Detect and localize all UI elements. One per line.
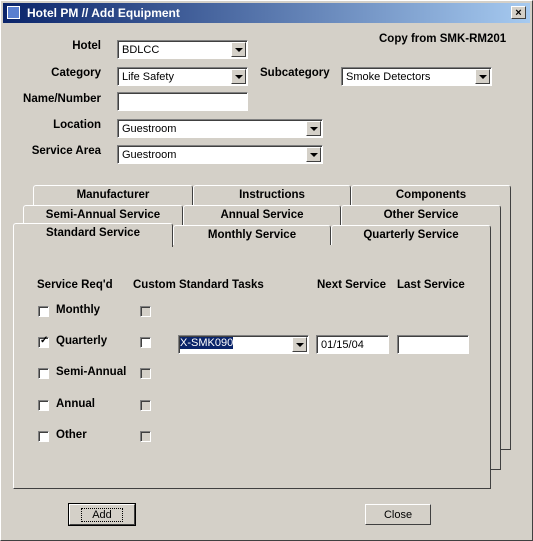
tab-monthly-service[interactable]: Monthly Service xyxy=(173,225,331,245)
quarterly-custom-checkbox[interactable] xyxy=(140,337,151,348)
next-service-header: Next Service xyxy=(317,279,387,291)
semi-annual-checkbox[interactable] xyxy=(38,368,49,379)
next-service-input[interactable]: 01/15/04 xyxy=(316,335,389,354)
other-checkbox[interactable] xyxy=(38,431,49,442)
chevron-down-icon[interactable] xyxy=(292,337,307,352)
annual-custom-checkbox[interactable] xyxy=(140,400,151,411)
hotel-value: BDLCC xyxy=(122,44,160,56)
tab-manufacturer[interactable]: Manufacturer xyxy=(33,185,193,205)
annual-checkbox[interactable] xyxy=(38,400,49,411)
monthly-custom-checkbox[interactable] xyxy=(140,306,151,317)
chevron-down-icon[interactable] xyxy=(306,121,321,136)
subcategory-value: Smoke Detectors xyxy=(346,71,431,83)
hotel-select[interactable]: BDLCC xyxy=(117,40,248,59)
tab-quarterly-service[interactable]: Quarterly Service xyxy=(331,225,491,245)
last-service-header: Last Service xyxy=(397,279,465,291)
tab-standard-service[interactable]: Standard Service xyxy=(13,223,173,247)
service-area-select[interactable]: Guestroom xyxy=(117,145,323,164)
chevron-down-icon[interactable] xyxy=(231,42,246,57)
app-icon xyxy=(7,6,20,19)
tab-instructions[interactable]: Instructions xyxy=(193,185,351,205)
semi-annual-custom-checkbox[interactable] xyxy=(140,368,151,379)
title-bar[interactable]: Hotel PM // Add Equipment × xyxy=(3,3,530,23)
annual-label: Annual xyxy=(56,398,95,410)
tab-semi-annual-service[interactable]: Semi-Annual Service xyxy=(23,205,183,225)
copy-from-label: Copy from SMK-RM201 xyxy=(379,33,507,45)
location-select[interactable]: Guestroom xyxy=(117,119,323,138)
check-icon: ✓ xyxy=(40,335,49,346)
subcategory-select[interactable]: Smoke Detectors xyxy=(341,67,492,86)
name-number-input[interactable] xyxy=(117,92,248,111)
add-button[interactable]: Add xyxy=(68,503,136,526)
other-label: Other xyxy=(56,429,87,441)
category-select[interactable]: Life Safety xyxy=(117,67,248,86)
service-area-value: Guestroom xyxy=(122,149,177,161)
name-number-label: Name/Number xyxy=(23,93,101,105)
hotel-label: Hotel xyxy=(72,40,101,52)
last-service-input[interactable] xyxy=(397,335,469,354)
chevron-down-icon[interactable] xyxy=(306,147,321,162)
tab-components[interactable]: Components xyxy=(351,185,511,205)
category-label: Category xyxy=(51,67,101,79)
close-icon[interactable]: × xyxy=(511,6,526,19)
semi-annual-label: Semi-Annual xyxy=(56,366,127,378)
add-equipment-window: Hotel PM // Add Equipment × Copy from SM… xyxy=(0,0,533,541)
service-area-label: Service Area xyxy=(31,145,101,157)
quarterly-task-select[interactable]: X-SMK090 xyxy=(178,335,309,354)
chevron-down-icon[interactable] xyxy=(475,69,490,84)
window-title: Hotel PM // Add Equipment xyxy=(27,6,180,20)
add-button-label: Add xyxy=(81,508,123,522)
quarterly-task-value: X-SMK090 xyxy=(180,337,234,349)
location-label: Location xyxy=(53,119,101,131)
quarterly-checkbox[interactable]: ✓ xyxy=(38,335,49,348)
monthly-checkbox[interactable] xyxy=(38,306,49,317)
monthly-label: Monthly xyxy=(56,304,101,316)
service-reqd-header: Service Req'd xyxy=(37,279,113,291)
close-button[interactable]: Close xyxy=(365,504,431,525)
category-value: Life Safety xyxy=(122,71,174,83)
location-value: Guestroom xyxy=(122,123,177,135)
subcategory-label: Subcategory xyxy=(260,67,330,79)
tab-annual-service[interactable]: Annual Service xyxy=(183,205,341,225)
custom-tasks-header: Custom Standard Tasks xyxy=(133,279,264,291)
quarterly-label: Quarterly xyxy=(56,335,108,347)
chevron-down-icon[interactable] xyxy=(231,69,246,84)
other-custom-checkbox[interactable] xyxy=(140,431,151,442)
tab-other-service[interactable]: Other Service xyxy=(341,205,501,225)
